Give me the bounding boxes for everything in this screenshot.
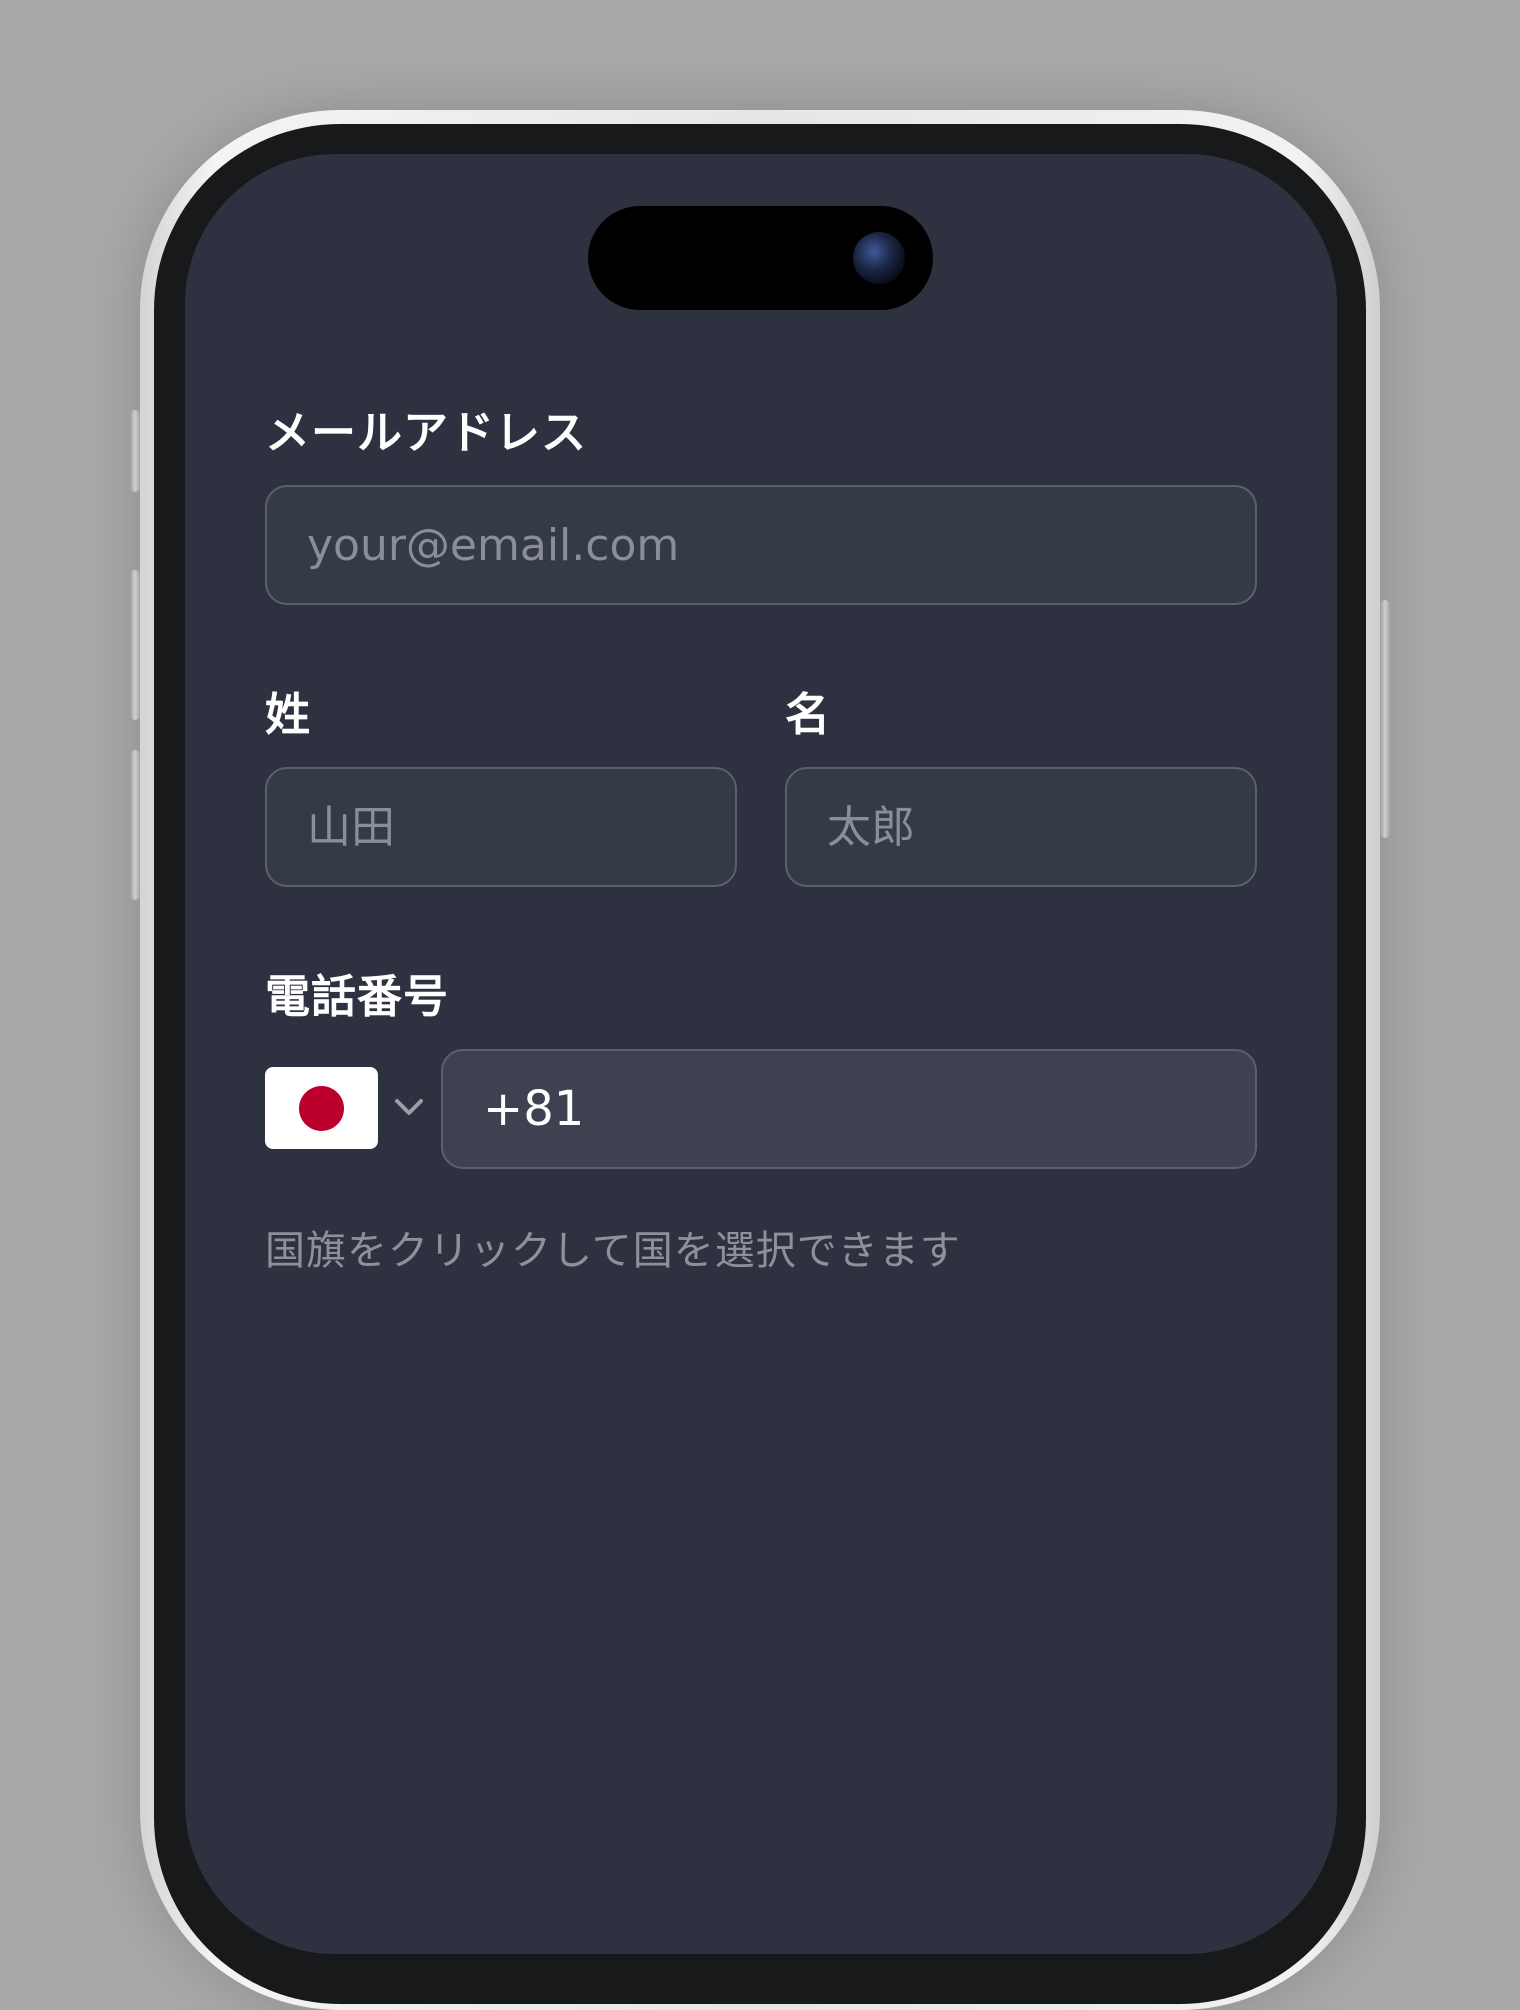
phone-screen: メールアドレス 姓 名 電話番号 国旗をクリックして国を選択できます bbox=[185, 154, 1337, 1954]
phone-label: 電話番号 bbox=[265, 970, 450, 1023]
first-name-field[interactable] bbox=[785, 767, 1257, 887]
country-helper-text: 国旗をクリックして国を選択できます bbox=[265, 1228, 961, 1274]
japan-flag-icon[interactable] bbox=[265, 1067, 378, 1149]
dynamic-island bbox=[588, 206, 933, 310]
action-button bbox=[130, 410, 140, 492]
flag-disc bbox=[299, 1086, 344, 1131]
volume-up-button bbox=[130, 570, 140, 720]
power-button bbox=[1380, 600, 1390, 838]
chevron-down-icon[interactable] bbox=[391, 1089, 427, 1125]
phone-number-field[interactable] bbox=[441, 1049, 1257, 1169]
first-name-label: 名 bbox=[785, 688, 832, 741]
last-name-label: 姓 bbox=[265, 688, 312, 741]
camera-lens-icon bbox=[853, 232, 905, 284]
email-field[interactable] bbox=[265, 485, 1257, 605]
volume-down-button bbox=[130, 750, 140, 900]
email-label: メールアドレス bbox=[265, 406, 588, 459]
last-name-field[interactable] bbox=[265, 767, 737, 887]
country-code-selector[interactable] bbox=[265, 1067, 435, 1149]
